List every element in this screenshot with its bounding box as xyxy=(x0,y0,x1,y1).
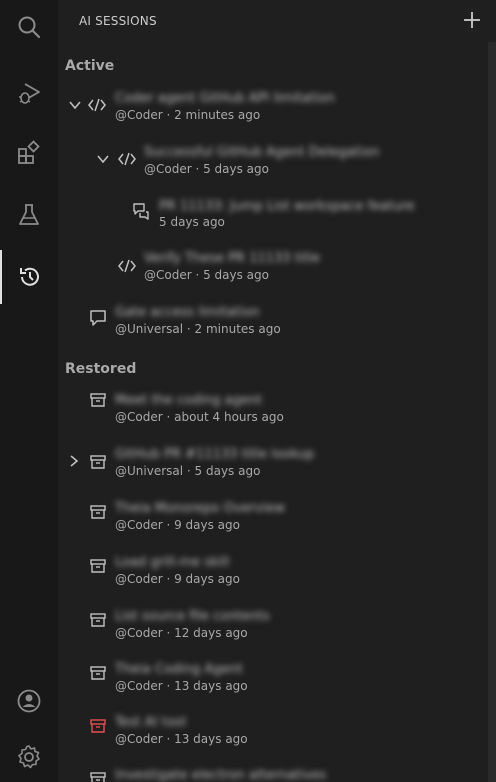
session-title: Successful GitHub Agent Delegation xyxy=(144,145,380,160)
archive-icon xyxy=(89,557,107,575)
account-icon xyxy=(17,689,41,713)
session-title: Investigate electron alternatives xyxy=(115,768,327,782)
session-meta: @Coder · 5 days ago xyxy=(144,162,269,176)
archive-icon xyxy=(89,770,107,782)
chat-icon xyxy=(89,309,107,327)
session-title: Test AI tool xyxy=(115,715,187,730)
session-item[interactable]: Load grill-me skill @Coder · 9 days ago xyxy=(58,552,488,600)
gear-icon xyxy=(18,745,40,769)
code-icon xyxy=(88,96,106,114)
session-title: Verify These PR 11133 title xyxy=(144,251,321,266)
section-active: Active xyxy=(65,58,115,74)
session-meta: 5 days ago xyxy=(159,215,225,229)
session-title: Gate access limitation xyxy=(115,305,260,320)
session-meta: @Coder · 13 days ago xyxy=(115,732,248,746)
session-title: PR 11133: Jump List workspace feature xyxy=(159,199,415,214)
session-item[interactable]: Successful GitHub Agent Delegation @Code… xyxy=(58,142,488,190)
session-item[interactable]: PR 11133: Jump List workspace feature 5 … xyxy=(58,196,488,244)
session-item[interactable]: Gate access limitation @Universal · 2 mi… xyxy=(58,302,488,350)
session-item[interactable]: Verify These PR 11133 title @Coder · 5 d… xyxy=(58,248,488,296)
new-session-button[interactable] xyxy=(460,8,484,32)
archive-icon xyxy=(89,717,107,735)
session-meta: @Universal · 5 days ago xyxy=(115,464,261,478)
activity-accounts[interactable] xyxy=(0,674,58,728)
session-meta: @Coder · 13 days ago xyxy=(115,679,248,693)
extensions-icon xyxy=(18,140,40,164)
section-restored: Restored xyxy=(65,361,137,377)
session-meta: @Coder · 12 days ago xyxy=(115,626,248,640)
code-icon xyxy=(118,150,136,168)
session-title: Theia Monorepo Overview xyxy=(115,501,285,516)
history-icon xyxy=(20,267,39,286)
activity-run-debug[interactable] xyxy=(0,66,58,120)
session-item[interactable]: Test AI tool @Coder · 13 days ago xyxy=(58,712,488,760)
chat-comment-icon xyxy=(132,202,150,220)
scrollbar[interactable] xyxy=(488,42,496,782)
archive-icon xyxy=(89,503,107,521)
session-item[interactable]: Theia Coding Agent @Coder · 13 days ago xyxy=(58,659,488,707)
ai-sessions-panel: AI SESSIONS Active Coder agent GitHub AP… xyxy=(58,0,496,782)
archive-icon xyxy=(89,391,107,409)
session-title: Load grill-me skill xyxy=(115,555,230,570)
activity-search[interactable] xyxy=(0,0,58,54)
archive-icon xyxy=(89,611,107,629)
panel-header: AI SESSIONS xyxy=(58,0,496,42)
panel-title: AI SESSIONS xyxy=(79,14,157,28)
session-meta: @Coder · 9 days ago xyxy=(115,572,240,586)
archive-icon xyxy=(89,453,107,471)
session-item[interactable]: Meet the coding agent @Coder · about 4 h… xyxy=(58,390,488,438)
beaker-icon xyxy=(19,204,39,225)
session-title: List source file contents xyxy=(115,609,270,624)
session-title: Coder agent GitHub API limitation xyxy=(115,91,335,106)
activity-testing[interactable] xyxy=(0,188,58,242)
session-title: GitHub PR #11133 title lookup xyxy=(115,447,315,462)
code-icon xyxy=(118,257,136,275)
chevron-down-icon[interactable] xyxy=(68,98,82,112)
session-item[interactable]: GitHub PR #11133 title lookup @Universal… xyxy=(58,444,488,492)
session-title: Theia Coding Agent xyxy=(115,662,243,677)
plus-icon xyxy=(464,12,480,28)
chevron-right-icon[interactable] xyxy=(67,454,81,468)
session-item[interactable]: List source file contents @Coder · 12 da… xyxy=(58,606,488,654)
activity-bar xyxy=(0,0,58,782)
activity-extensions[interactable] xyxy=(0,126,58,180)
archive-icon xyxy=(89,664,107,682)
session-meta: @Coder · 2 minutes ago xyxy=(115,108,261,122)
run-debug-icon xyxy=(19,83,40,104)
session-meta: @Coder · about 4 hours ago xyxy=(115,410,284,424)
session-item[interactable]: Theia Monorepo Overview @Coder · 9 days … xyxy=(58,498,488,546)
session-item[interactable]: Investigate electron alternatives xyxy=(58,765,488,782)
session-item[interactable]: Coder agent GitHub API limitation @Coder… xyxy=(58,88,488,136)
activity-ai-history[interactable] xyxy=(0,250,58,304)
chevron-down-icon[interactable] xyxy=(96,152,110,166)
activity-settings[interactable] xyxy=(0,730,58,782)
session-meta: @Universal · 2 minutes ago xyxy=(115,322,281,336)
session-meta: @Coder · 9 days ago xyxy=(115,518,240,532)
search-icon xyxy=(18,16,41,39)
session-meta: @Coder · 5 days ago xyxy=(144,268,269,282)
session-title: Meet the coding agent xyxy=(115,393,263,408)
